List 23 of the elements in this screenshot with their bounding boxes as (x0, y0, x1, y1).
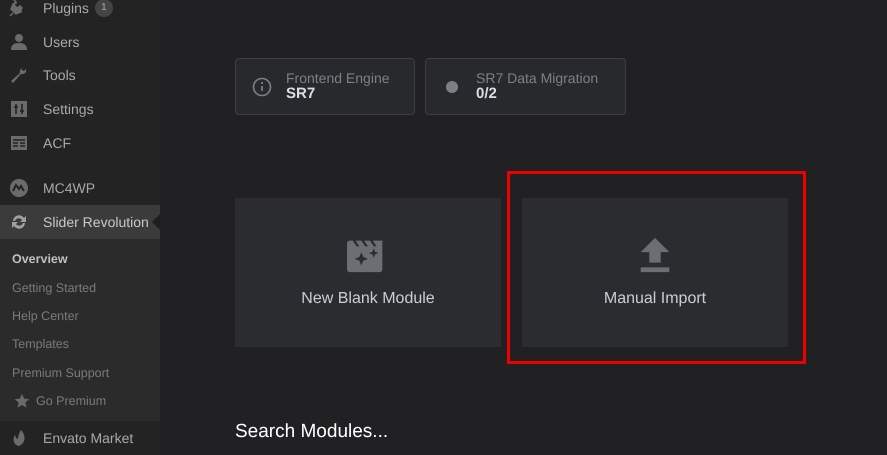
sliders-icon (9, 98, 29, 119)
status-value: 0/2 (476, 86, 498, 102)
sidebar-item[interactable]: Tools (0, 58, 160, 92)
sidebar-item[interactable]: MC4WP (0, 172, 160, 206)
status-label: SR7 Data Migration (476, 71, 598, 86)
sidebar-item[interactable]: Settings (0, 92, 160, 126)
user-icon (9, 32, 29, 52)
star-icon (14, 393, 30, 410)
sidebar-item[interactable]: Plugins 1 (0, 0, 160, 25)
sidebar-item[interactable]: ACF (0, 126, 160, 160)
wrench-icon (9, 65, 29, 86)
count-badge: 1 (94, 0, 113, 17)
section-heading: Search Modules... (235, 421, 390, 443)
sidebar-item[interactable]: Slider Revolution (0, 205, 160, 239)
info-icon (252, 76, 272, 96)
status-value: SR7 (286, 86, 316, 102)
status-label: Frontend Engine (286, 71, 390, 86)
action-card[interactable]: Manual Import (522, 198, 788, 347)
mountain-logo-icon (9, 178, 29, 198)
action-card[interactable]: New Blank Module (235, 198, 501, 347)
sidebar-item[interactable]: Users (0, 24, 160, 58)
submenu-item[interactable]: Overview (0, 244, 160, 274)
sidebar-item[interactable]: Envato Market (0, 421, 160, 455)
